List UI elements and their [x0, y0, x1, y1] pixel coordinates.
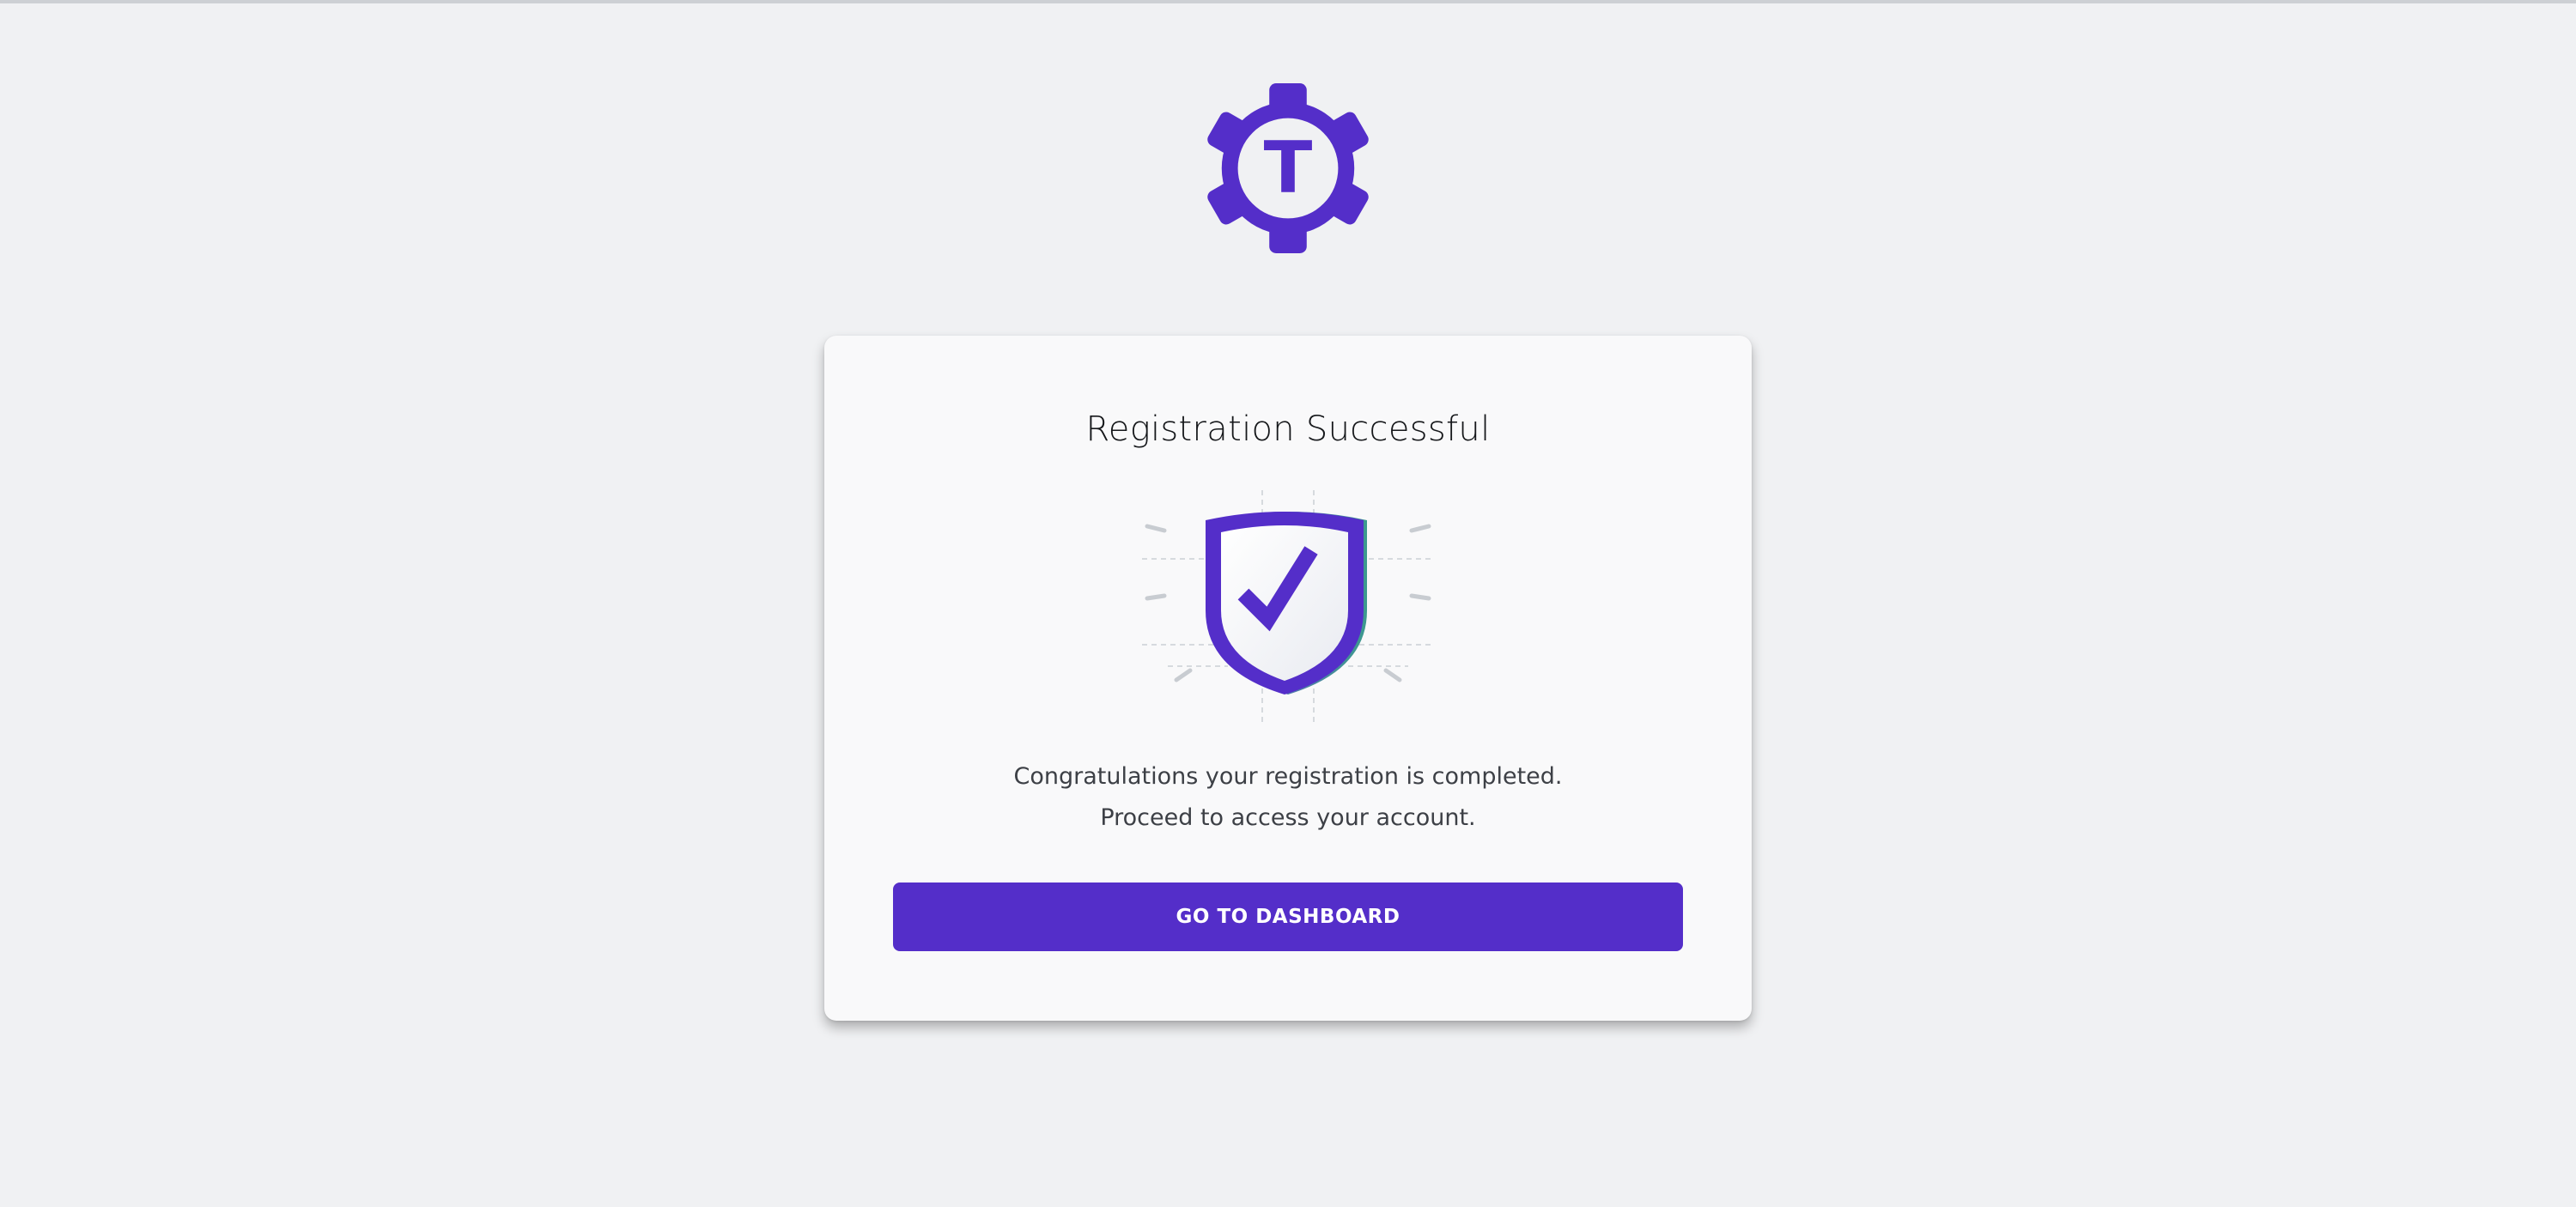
success-card: Registration Successful Congratulations …	[824, 336, 1752, 1021]
page-title: Registration Successful	[1085, 409, 1491, 449]
success-message: Congratulations your registration is com…	[1013, 763, 1563, 790]
gear-t-logo-icon: T	[1203, 83, 1373, 253]
top-divider	[0, 0, 2576, 3]
go-to-dashboard-button[interactable]: GO TO DASHBOARD	[893, 883, 1683, 951]
logo-letter: T	[1264, 126, 1313, 209]
proceed-message: Proceed to access your account.	[1100, 804, 1476, 831]
shield-check-icon	[1142, 490, 1434, 722]
